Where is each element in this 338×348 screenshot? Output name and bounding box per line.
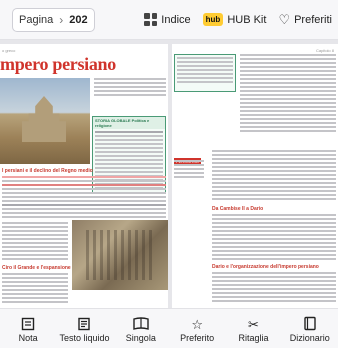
single-page-icon — [132, 315, 150, 331]
bottom-toolbar: Nota Testo liquido Singola ☆ Preferito ✂… — [0, 308, 338, 348]
favorites-button[interactable]: ♡ Preferiti — [278, 12, 332, 28]
liquid-text-label: Testo liquido — [59, 332, 110, 343]
chevron-right-icon: › — [59, 12, 64, 27]
grid-icon — [144, 13, 158, 26]
scissors-icon: ✂ — [248, 316, 259, 332]
page-number[interactable]: 202 — [69, 14, 87, 26]
dictionary-icon — [303, 315, 317, 331]
subsection-text — [2, 273, 68, 305]
hubkit-label: HUB Kit — [227, 13, 267, 26]
section-heading: I persiani e il declino del Regno medio — [2, 168, 93, 174]
note-icon — [21, 315, 35, 331]
section-text — [2, 176, 166, 220]
right-page[interactable]: Capitolo 8 PERCORSO Da Cambise II a Dari… — [172, 44, 338, 308]
index-button[interactable]: Indice — [144, 13, 191, 26]
book-viewer[interactable]: o greco mpero persiano STORIA GLOBALE Po… — [0, 40, 338, 308]
chapter-title: mpero persiano — [0, 54, 116, 74]
bas-relief-photo — [72, 220, 168, 290]
index-label: Indice — [161, 13, 191, 26]
top-toolbar: Pagina › 202 Indice hub HUB Kit ♡ Prefer… — [0, 0, 338, 40]
liquid-text-button[interactable]: Testo liquido — [58, 315, 110, 343]
side-glossary — [174, 160, 204, 180]
page-label: Pagina — [19, 13, 54, 26]
single-page-button[interactable]: Singola — [115, 315, 167, 343]
note-label: Nota — [18, 332, 38, 343]
hubkit-button[interactable]: hub HUB Kit — [202, 13, 267, 26]
right-text-1 — [240, 54, 336, 134]
tomb-photo — [0, 78, 90, 164]
liquid-text-icon — [77, 315, 91, 331]
left-page[interactable]: o greco mpero persiano STORIA GLOBALE Po… — [0, 44, 168, 308]
favorite-label: Preferito — [180, 332, 215, 343]
crop-button[interactable]: ✂ Ritaglia — [227, 315, 279, 343]
right-page-header: Capitolo 8 — [315, 48, 334, 53]
dictionary-button[interactable]: Dizionario — [284, 315, 336, 343]
section-heading-3: Dario e l'organizzazione dell'impero per… — [212, 264, 319, 270]
box-heading: STORIA GLOBALE Politica e religione — [93, 117, 165, 129]
crop-label: Ritaglia — [238, 332, 269, 343]
favorite-button[interactable]: ☆ Preferito — [171, 315, 223, 343]
side-note-box — [174, 54, 236, 92]
page-selector[interactable]: Pagina › 202 — [12, 7, 95, 32]
right-text-4 — [212, 272, 336, 304]
single-page-label: Singola — [125, 332, 156, 343]
dictionary-label: Dizionario — [289, 332, 330, 343]
section-heading-2: Da Cambise II a Dario — [212, 206, 264, 212]
heart-icon: ♡ — [278, 11, 291, 27]
left-page-header: o greco — [2, 48, 16, 53]
note-button[interactable]: Nota — [2, 315, 54, 343]
right-text-2 — [212, 150, 336, 202]
star-icon: ☆ — [191, 316, 203, 332]
favorites-label: Preferiti — [294, 13, 332, 26]
right-text-3 — [212, 214, 336, 262]
menu-edge — [0, 0, 10, 40]
hub-logo-icon: hub — [202, 13, 224, 26]
section-text-2 — [2, 222, 68, 262]
